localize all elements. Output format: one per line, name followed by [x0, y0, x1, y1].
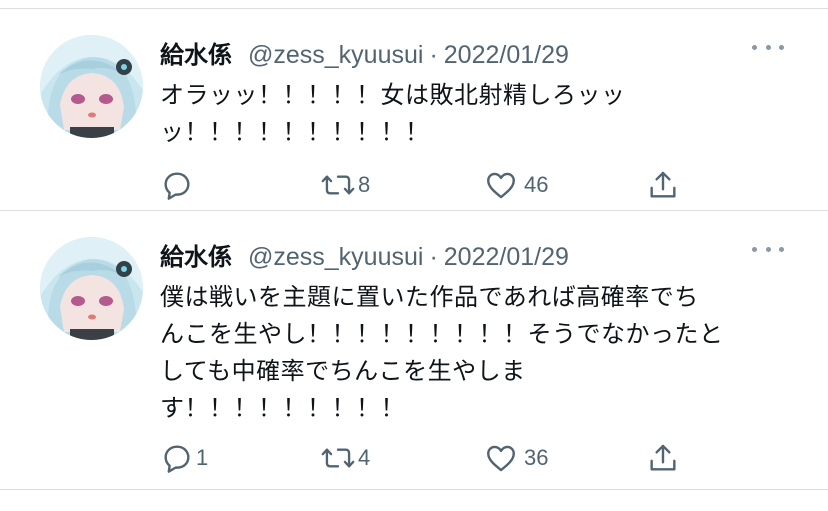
- retweet-button[interactable]: 4: [320, 440, 370, 476]
- share-button[interactable]: [646, 167, 680, 203]
- reply-icon: [160, 168, 194, 202]
- tweet-header: 給水係 @zess_kyuusui · 2022/01/29: [160, 237, 569, 273]
- like-icon: [484, 168, 518, 202]
- like-icon: [484, 441, 518, 475]
- reply-icon: [160, 441, 194, 475]
- tweet-text-line: しても中確率でちんこを生やしま: [160, 357, 526, 385]
- tweet-header: 給水係 @zess_kyuusui · 2022/01/29: [160, 35, 569, 71]
- tweet-actions: 8 46: [160, 167, 700, 203]
- display-name[interactable]: 給水係: [160, 35, 232, 70]
- retweet-icon: [320, 441, 356, 475]
- reply-count: 1: [196, 445, 209, 470]
- retweet-icon: [320, 168, 356, 202]
- reply-button[interactable]: 1: [160, 440, 208, 476]
- tweet-date[interactable]: 2022/01/29: [444, 243, 569, 272]
- more-icon[interactable]: [752, 41, 784, 53]
- reply-button[interactable]: [160, 167, 200, 203]
- share-button[interactable]: [646, 440, 680, 476]
- avatar[interactable]: [40, 237, 143, 340]
- tweet-text-line: 僕は戦いを主題に置いた作品であれば高確率でち: [160, 283, 699, 311]
- tweet-text-line: す！！！！！！！！！: [160, 394, 405, 422]
- separator-dot: ·: [429, 41, 438, 69]
- tweet[interactable]: 給水係 @zess_kyuusui · 2022/01/29 オラッッ！！！！！…: [0, 9, 828, 210]
- bottom-divider: [0, 489, 828, 490]
- like-count: 46: [524, 172, 549, 197]
- retweet-count: 4: [358, 445, 371, 470]
- like-count: 36: [524, 445, 549, 470]
- separator-dot: ·: [429, 243, 438, 271]
- tweet-date[interactable]: 2022/01/29: [444, 41, 569, 70]
- more-icon[interactable]: [752, 243, 784, 255]
- like-button[interactable]: 46: [484, 167, 548, 203]
- retweet-button[interactable]: 8: [320, 167, 370, 203]
- tweet-text-line: オラッッ！！！！！女は敗北射精しろッッ: [160, 81, 626, 109]
- tweet-text: 僕は戦いを主題に置いた作品であれば高確率でち んこを生やし！！！！！！！！！そう…: [160, 279, 770, 427]
- user-handle[interactable]: @zess_kyuusui: [248, 41, 423, 70]
- tweet[interactable]: 給水係 @zess_kyuusui · 2022/01/29 僕は戦いを主題に置…: [0, 211, 828, 489]
- tweet-text: オラッッ！！！！！女は敗北射精しろッッ ッ！！！！！！！！！！: [160, 77, 770, 151]
- retweet-count: 8: [358, 172, 371, 197]
- like-button[interactable]: 36: [484, 440, 548, 476]
- share-icon: [646, 168, 680, 202]
- user-handle[interactable]: @zess_kyuusui: [248, 243, 423, 272]
- tweet-text-line: んこを生やし！！！！！！！！！そうでなかったと: [160, 320, 724, 348]
- tweet-actions: 1 4 36: [160, 440, 700, 476]
- share-icon: [646, 441, 680, 475]
- avatar[interactable]: [40, 35, 143, 138]
- tweet-text-line: ッ！！！！！！！！！！: [160, 118, 430, 146]
- display-name[interactable]: 給水係: [160, 237, 232, 272]
